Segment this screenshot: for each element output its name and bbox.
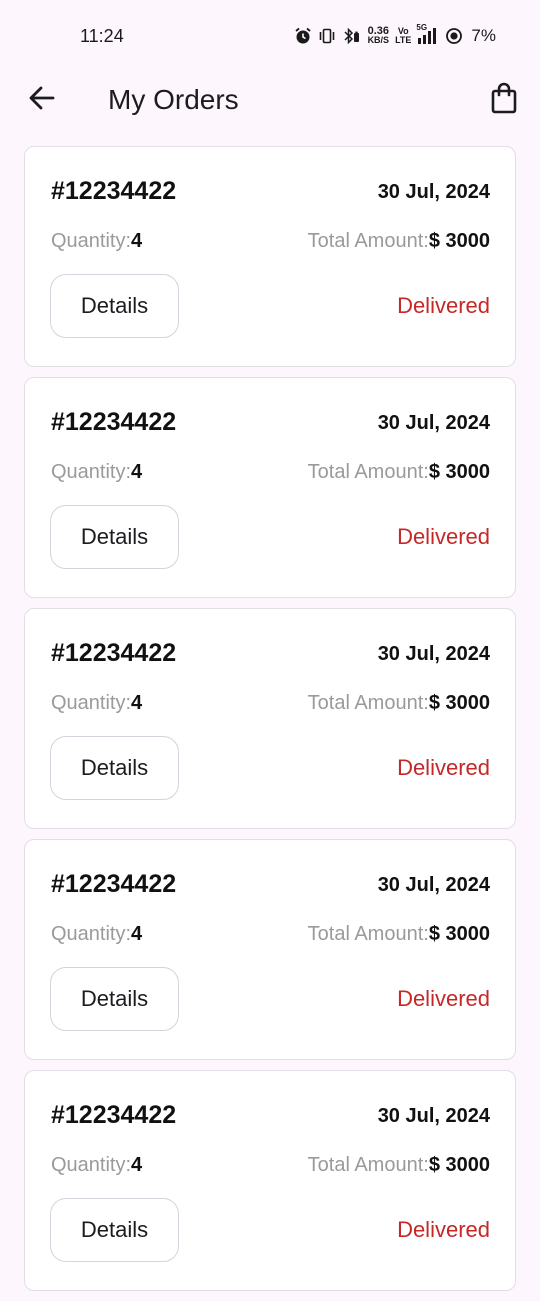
amount-value: $ 3000 xyxy=(428,1154,490,1176)
order-date: 30 Jul, 2024 xyxy=(377,412,490,434)
order-date: 30 Jul, 2024 xyxy=(377,1105,490,1127)
net-speed-unit: KB/S xyxy=(367,35,390,45)
order-card[interactable]: #12234422 30 Jul, 2024 Quantity:4 Total … xyxy=(24,377,516,598)
order-id: #12234422 xyxy=(51,1101,177,1129)
quantity-value: 4 xyxy=(131,461,143,483)
amount-value: $ 3000 xyxy=(428,923,490,945)
quantity-value: 4 xyxy=(131,923,143,945)
cart-button[interactable] xyxy=(488,82,520,118)
order-amount: Total Amount:$ 3000 xyxy=(308,461,490,484)
details-button[interactable]: Details xyxy=(50,1198,179,1262)
volte-bottom: LTE xyxy=(395,35,412,45)
order-date: 30 Jul, 2024 xyxy=(377,643,490,665)
order-status: Delivered xyxy=(397,755,490,780)
order-status: Delivered xyxy=(397,524,490,549)
shopping-bag-icon xyxy=(490,82,518,119)
net-speed: 0.36 KB/S xyxy=(367,26,390,45)
signal-icon: 5G xyxy=(416,23,439,45)
order-quantity: Quantity:4 xyxy=(51,692,142,715)
order-id: #12234422 xyxy=(51,870,177,898)
order-card[interactable]: #12234422 30 Jul, 2024 Quantity:4 Total … xyxy=(24,839,516,1060)
app-bar: My Orders xyxy=(0,72,540,132)
order-card[interactable]: #12234422 30 Jul, 2024 Quantity:4 Total … xyxy=(24,1070,516,1291)
amount-value: $ 3000 xyxy=(428,230,490,252)
order-amount: Total Amount:$ 3000 xyxy=(308,923,490,946)
order-quantity: Quantity:4 xyxy=(51,1154,142,1177)
order-quantity: Quantity:4 xyxy=(51,923,142,946)
alarm-icon xyxy=(294,27,312,45)
quantity-value: 4 xyxy=(131,692,143,714)
status-time: 11:24 xyxy=(80,26,124,46)
quantity-label: Quantity: xyxy=(51,692,132,714)
network-type: 5G xyxy=(416,23,428,32)
order-id: #12234422 xyxy=(51,639,177,667)
details-button[interactable]: Details xyxy=(50,274,179,338)
order-status: Delivered xyxy=(397,293,490,318)
order-date: 30 Jul, 2024 xyxy=(377,874,490,896)
page-title: My Orders xyxy=(108,84,239,115)
order-amount: Total Amount:$ 3000 xyxy=(308,1154,490,1177)
order-quantity: Quantity:4 xyxy=(51,230,142,253)
bluetooth-icon xyxy=(342,28,362,44)
amount-label: Total Amount: xyxy=(307,1154,429,1176)
battery-percent: 7% xyxy=(471,26,496,45)
orders-list: #12234422 30 Jul, 2024 Quantity:4 Total … xyxy=(24,146,516,1301)
order-card[interactable]: #12234422 30 Jul, 2024 Quantity:4 Total … xyxy=(24,608,516,829)
back-button[interactable] xyxy=(26,84,58,116)
quantity-label: Quantity: xyxy=(51,923,132,945)
status-bar: 11:24 0.36 KB/S Vo LTE 5G 7% xyxy=(0,0,540,72)
amount-value: $ 3000 xyxy=(428,692,490,714)
quantity-value: 4 xyxy=(131,230,143,252)
details-button[interactable]: Details xyxy=(50,967,179,1031)
order-amount: Total Amount:$ 3000 xyxy=(308,230,490,253)
order-amount: Total Amount:$ 3000 xyxy=(308,692,490,715)
amount-value: $ 3000 xyxy=(428,461,490,483)
order-quantity: Quantity:4 xyxy=(51,461,142,484)
vibrate-icon xyxy=(318,28,336,44)
order-date: 30 Jul, 2024 xyxy=(377,181,490,203)
amount-label: Total Amount: xyxy=(307,923,429,945)
details-button[interactable]: Details xyxy=(50,736,179,800)
order-id: #12234422 xyxy=(51,177,177,205)
order-card[interactable]: #12234422 30 Jul, 2024 Quantity:4 Total … xyxy=(24,146,516,367)
amount-label: Total Amount: xyxy=(307,461,429,483)
details-button[interactable]: Details xyxy=(50,505,179,569)
amount-label: Total Amount: xyxy=(307,230,429,252)
volte-indicator: Vo LTE xyxy=(395,27,411,45)
order-id: #12234422 xyxy=(51,408,177,436)
quantity-value: 4 xyxy=(131,1154,143,1176)
battery-icon xyxy=(445,27,463,45)
quantity-label: Quantity: xyxy=(51,461,132,483)
arrow-left-icon xyxy=(28,84,56,117)
quantity-label: Quantity: xyxy=(51,1154,132,1176)
order-status: Delivered xyxy=(397,986,490,1011)
amount-label: Total Amount: xyxy=(307,692,429,714)
status-icons: 0.36 KB/S Vo LTE 5G 7% xyxy=(294,23,496,47)
order-status: Delivered xyxy=(397,1217,490,1242)
quantity-label: Quantity: xyxy=(51,230,132,252)
